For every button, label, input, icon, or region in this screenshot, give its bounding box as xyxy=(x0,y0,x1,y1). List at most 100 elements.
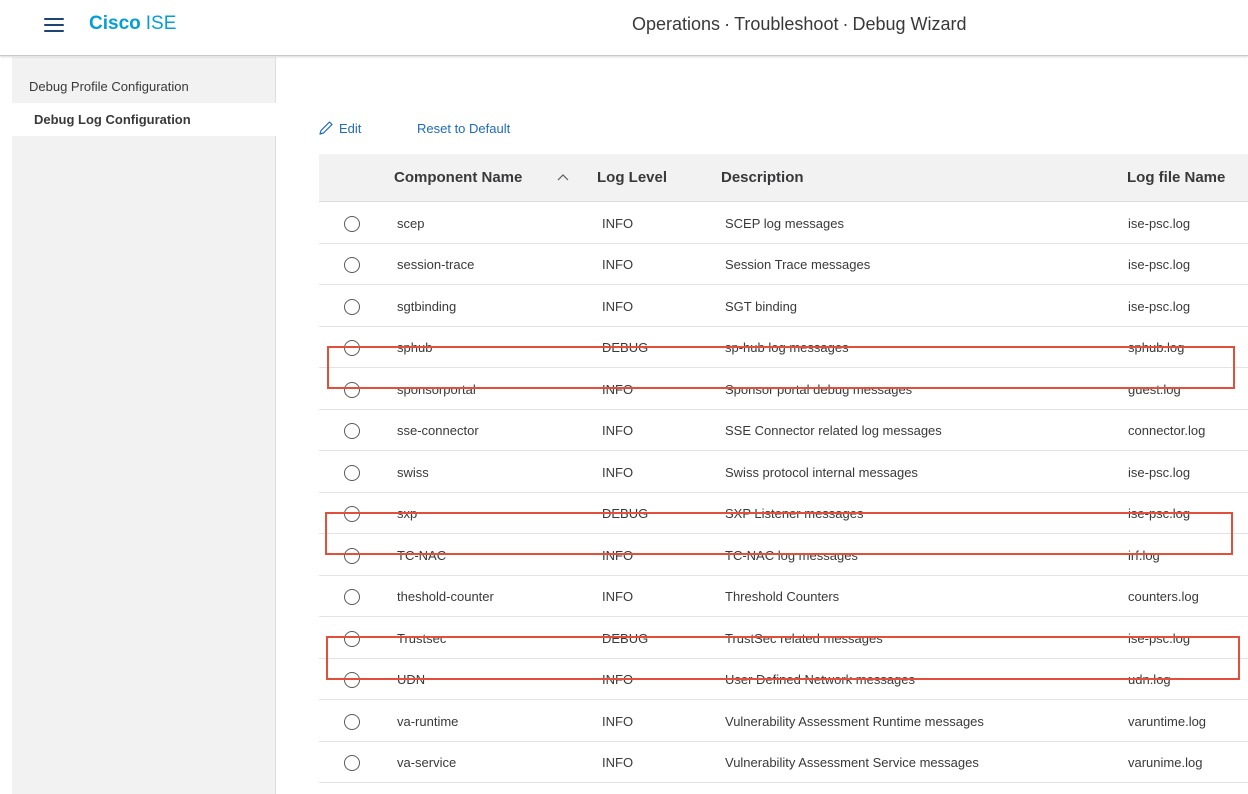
row-radio-button[interactable] xyxy=(344,298,360,315)
row-radio-button[interactable] xyxy=(344,630,360,647)
cell-component-name: theshold-counter xyxy=(397,589,494,604)
row-radio-button[interactable] xyxy=(344,381,360,398)
cell-description: SXP Listener messages xyxy=(725,506,864,521)
cell-component-name: sse-connector xyxy=(397,423,479,438)
cell-component-name: sxp xyxy=(397,506,418,521)
cell-component-name: sphub xyxy=(397,340,433,355)
cell-log-file-name: ise-psc.log xyxy=(1128,464,1191,480)
row-radio-button[interactable] xyxy=(344,464,360,481)
table-row[interactable]: va-service INFO Vulnerability Assessment S… xyxy=(319,742,1248,783)
cell-log-file-name: guest.log xyxy=(1128,381,1181,397)
row-radio-button[interactable] xyxy=(344,257,360,273)
table-row[interactable]: swiss INFO Swiss protocol internal message… xyxy=(319,452,1248,493)
sidebar-item-debug-log-configuration[interactable]: Debug Log Configuration xyxy=(12,103,276,136)
row-radio-button[interactable] xyxy=(344,547,360,564)
column-header-component-name[interactable]: Component Name xyxy=(394,154,522,202)
cell-log-level: INFO xyxy=(602,464,634,480)
cell-log-level: INFO xyxy=(602,423,634,438)
table-row[interactable]: sxp DEBUG SXP Listener messages ise-psc.log xyxy=(319,493,1248,534)
table-row[interactable]: sse-connector INFO SSE Connector related l… xyxy=(319,410,1248,451)
cell-description: SGT binding xyxy=(725,298,798,314)
breadcrumb-item: Debug Wizard xyxy=(852,14,967,34)
sidebar: Debug Profile Configuration Debug Log Co… xyxy=(12,57,276,794)
column-header-log-level[interactable]: Log Level xyxy=(597,154,667,202)
cell-log-level: INFO xyxy=(602,547,634,563)
table-row[interactable]: UDN INFO User Defined Network messages udn.… xyxy=(319,659,1248,700)
table-row[interactable]: scep INFO SCEP log messages ise-psc.log xyxy=(319,203,1248,244)
cell-log-file-name: ise-psc.log xyxy=(1128,257,1191,272)
chevron-up-icon[interactable] xyxy=(557,173,569,181)
cell-description: Vulnerability Assessment Service message… xyxy=(725,755,979,770)
row-radio-button[interactable] xyxy=(344,672,360,688)
table-row[interactable]: session-trace INFO Session Trace messages i… xyxy=(319,244,1248,285)
cell-log-level: INFO xyxy=(602,215,634,231)
cell-component-name: Trustsec xyxy=(397,630,447,646)
cell-description: TC-NAC log messages xyxy=(725,547,858,563)
table-row[interactable]: theshold-counter INFO Threshold Counters co… xyxy=(319,576,1248,617)
cell-description: User Defined Network messages xyxy=(725,672,916,687)
breadcrumb: Operations · Troubleshoot · Debug Wizard xyxy=(632,14,967,35)
cell-component-name: va-service xyxy=(397,755,457,770)
table-row[interactable]: va-runtime INFO Vulnerability Assessment R… xyxy=(319,701,1248,742)
cell-log-level: DEBUG xyxy=(602,630,649,646)
cell-description: Vulnerability Assessment Runtime message… xyxy=(725,713,984,729)
cell-description: SCEP log messages xyxy=(725,215,844,231)
row-radio-button[interactable] xyxy=(344,340,360,356)
cell-log-level: INFO xyxy=(602,589,634,604)
breadcrumb-separator: · xyxy=(842,14,849,34)
table-row[interactable]: sphub DEBUG sp-hub log messages sphub.log xyxy=(319,327,1248,368)
cell-component-name: UDN xyxy=(397,672,426,687)
cell-description: Swiss protocol internal messages xyxy=(725,464,918,480)
reset-to-default-button[interactable]: Reset to Default xyxy=(417,119,510,139)
cell-description: Sponsor portal debug messages xyxy=(725,381,913,397)
edit-button[interactable]: Edit xyxy=(318,119,361,139)
table-row[interactable]: sponsorportal INFO Sponsor portal debug me… xyxy=(319,369,1248,410)
top-header: Cisco ISE Operations · Troubleshoot · Debug W… xyxy=(0,0,1248,56)
cell-component-name: session-trace xyxy=(397,257,475,272)
cell-component-name: scep xyxy=(397,215,425,231)
sidebar-item-debug-profile-configuration[interactable]: Debug Profile Configuration xyxy=(12,70,276,103)
cell-description: TrustSec related messages xyxy=(725,630,883,646)
breadcrumb-separator: · xyxy=(724,14,731,34)
cell-component-name: TC-NAC xyxy=(397,547,447,563)
cell-log-file-name: ise-psc.log xyxy=(1128,506,1191,521)
product-name: ISE xyxy=(145,13,177,34)
cell-log-file-name: connector.log xyxy=(1128,423,1206,438)
cell-log-level: INFO xyxy=(602,672,634,687)
row-radio-button[interactable] xyxy=(344,755,360,771)
cell-log-file-name: varunime.log xyxy=(1128,755,1203,770)
cell-description: Session Trace messages xyxy=(725,257,871,272)
cell-log-file-name: varuntime.log xyxy=(1128,713,1207,729)
cell-log-level: INFO xyxy=(602,713,634,729)
cell-log-level: INFO xyxy=(602,381,634,397)
row-radio-button[interactable] xyxy=(344,423,360,439)
cell-log-file-name: ise-psc.log xyxy=(1128,298,1191,314)
cell-log-file-name: udn.log xyxy=(1128,672,1171,687)
cell-log-file-name: ise-psc.log xyxy=(1128,215,1191,231)
column-header-description[interactable]: Description xyxy=(721,154,804,202)
pencil-icon xyxy=(319,121,333,135)
row-radio-button[interactable] xyxy=(344,506,360,522)
cell-log-level: INFO xyxy=(602,298,634,314)
cell-log-level: DEBUG xyxy=(602,506,649,521)
cell-log-file-name: ise-psc.log xyxy=(1128,630,1191,646)
edit-label: Edit xyxy=(339,121,362,136)
hamburger-menu-icon[interactable] xyxy=(44,17,64,33)
table-header: Component Name Log Level Description Log… xyxy=(319,154,1248,202)
cell-log-file-name: irf.log xyxy=(1128,547,1160,563)
cell-description: SSE Connector related log messages xyxy=(725,423,942,438)
app-brand[interactable]: Cisco ISE xyxy=(89,13,176,35)
table-row[interactable]: Trustsec DEBUG TrustSec related messages is… xyxy=(319,618,1248,659)
table-row[interactable]: TC-NAC INFO TC-NAC log messages irf.log xyxy=(319,535,1248,576)
cell-component-name: sponsorportal xyxy=(397,381,476,397)
breadcrumb-item: Troubleshoot xyxy=(734,14,839,34)
row-radio-button[interactable] xyxy=(344,215,360,232)
row-radio-button[interactable] xyxy=(344,589,360,605)
table-row[interactable]: sgtbinding INFO SGT binding ise-psc.log xyxy=(319,286,1248,327)
cell-log-level: INFO xyxy=(602,257,634,272)
row-radio-button[interactable] xyxy=(344,713,360,730)
cell-component-name: va-runtime xyxy=(397,713,459,729)
breadcrumb-item: Operations xyxy=(632,14,721,34)
column-header-log-file-name[interactable]: Log file Name xyxy=(1127,154,1225,202)
cell-component-name: sgtbinding xyxy=(397,298,457,314)
